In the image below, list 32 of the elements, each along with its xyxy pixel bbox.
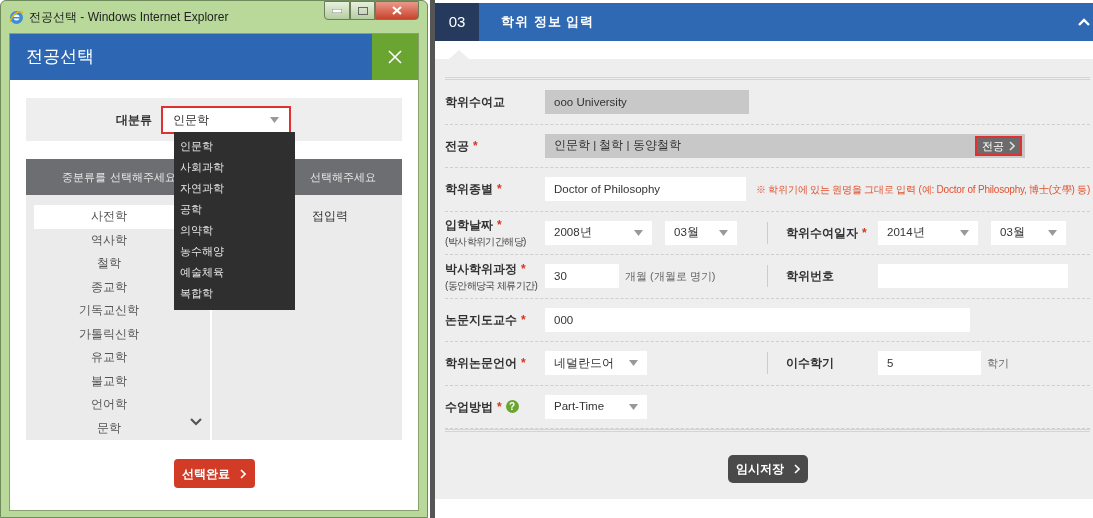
dialog-title: 전공선택 <box>25 46 95 69</box>
step-number: 03 <box>435 3 479 41</box>
field-hint: (동안해당국 체류기간) <box>445 278 539 293</box>
field-label: 수업방법 <box>445 398 493 416</box>
list-text: 접입력 <box>312 210 348 222</box>
window-title: 전공선택 - Windows Internet Explorer <box>29 9 229 26</box>
required-mark: * <box>521 311 526 329</box>
unit-label: 개월 (개월로 명기) <box>625 269 716 284</box>
list-heading: 중분류를 선택해주세요 <box>61 169 177 185</box>
field-label: 논문지도교수 <box>445 311 517 329</box>
required-mark: * <box>497 181 502 199</box>
required-mark: * <box>862 224 867 242</box>
field-label: 학위번호 <box>786 268 834 286</box>
field-label: 박사학위과정 <box>445 260 517 278</box>
field-label: 전공 <box>445 137 469 155</box>
field-label: 학위논문언어 <box>445 355 517 373</box>
required-mark: * <box>521 260 526 278</box>
field-label: 학위종별 <box>445 181 493 199</box>
field-label: 학위수여일자 <box>786 224 858 242</box>
field-label: 입학날짜 <box>445 217 493 235</box>
hint-text: ※ 학위기에 있는 원명을 그대로 입력 (예: Doctor of Philosophy, 博士(文學) 등) <box>756 182 1091 197</box>
required-mark: * <box>521 355 526 373</box>
section-title: 학위 정보 입력 <box>500 13 596 32</box>
unit-label: 학기 <box>987 356 1009 371</box>
field-hint: (박사학위기간해당) <box>445 235 527 250</box>
category-label: 대분류 <box>116 111 152 129</box>
list-heading: 선택해주세요 <box>310 169 376 185</box>
required-mark: * <box>497 217 502 235</box>
required-mark: * <box>473 137 478 155</box>
field-label: 이수학기 <box>786 355 834 373</box>
field-label: 학위수여교 <box>445 94 505 112</box>
required-mark: * <box>497 398 502 416</box>
